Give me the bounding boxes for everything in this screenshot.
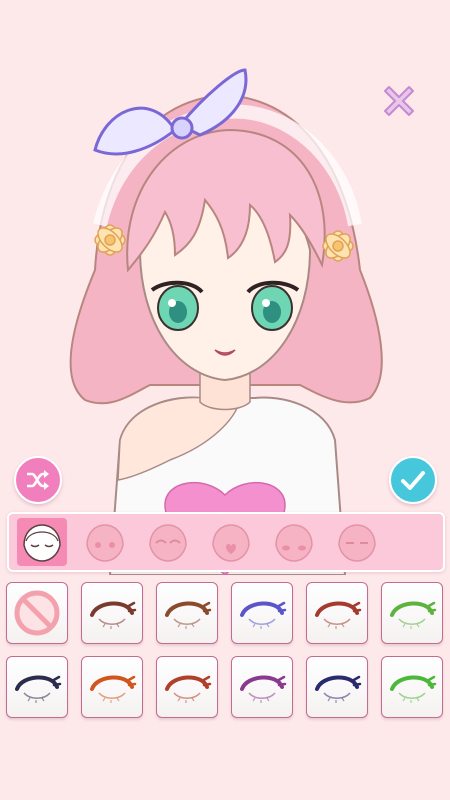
category-eyebrows[interactable]: [143, 518, 193, 566]
close-x-icon: [384, 86, 414, 116]
eye-style-icon: [390, 601, 437, 629]
option-eye-6[interactable]: [6, 656, 68, 718]
face-blush-icon: [86, 524, 124, 562]
confirm-button[interactable]: [389, 456, 437, 504]
no-selection-icon: [14, 590, 60, 636]
checkmark-icon: [401, 471, 425, 490]
shuffle-button[interactable]: [14, 456, 62, 504]
eye-style-icon: [90, 601, 137, 629]
face-cheeks-icon: [275, 524, 313, 562]
eye-style-icon: [240, 675, 287, 703]
eye-style-icon: [240, 601, 287, 629]
eye-style-icon: [165, 675, 212, 703]
category-expression[interactable]: [332, 518, 382, 566]
category-cheeks[interactable]: [269, 518, 319, 566]
eye-style-icon: [165, 601, 212, 629]
eye-style-icon: [15, 675, 62, 703]
face-eyes-icon: [23, 524, 61, 562]
face-mouth-icon: [212, 524, 250, 562]
option-eye-11[interactable]: [381, 656, 443, 718]
category-mouth[interactable]: [206, 518, 256, 566]
eye-style-icon: [390, 675, 437, 703]
close-button[interactable]: [378, 80, 420, 122]
option-eye-8[interactable]: [156, 656, 218, 718]
category-eyes[interactable]: [17, 518, 67, 566]
face-category-bar: [7, 512, 445, 572]
face-eyebrows-icon: [149, 524, 187, 562]
eye-style-icon: [315, 675, 362, 703]
option-eye-9[interactable]: [231, 656, 293, 718]
option-eye-1[interactable]: [81, 582, 143, 644]
category-blush[interactable]: [80, 518, 130, 566]
face-expression-icon: [338, 524, 376, 562]
option-eye-7[interactable]: [81, 656, 143, 718]
option-eye-4[interactable]: [306, 582, 368, 644]
eye-style-icon: [315, 601, 362, 629]
option-eye-10[interactable]: [306, 656, 368, 718]
eye-style-icon: [90, 675, 137, 703]
option-eye-2[interactable]: [156, 582, 218, 644]
option-eye-5[interactable]: [381, 582, 443, 644]
option-none[interactable]: [6, 582, 68, 644]
option-eye-3[interactable]: [231, 582, 293, 644]
shuffle-icon: [27, 470, 49, 490]
